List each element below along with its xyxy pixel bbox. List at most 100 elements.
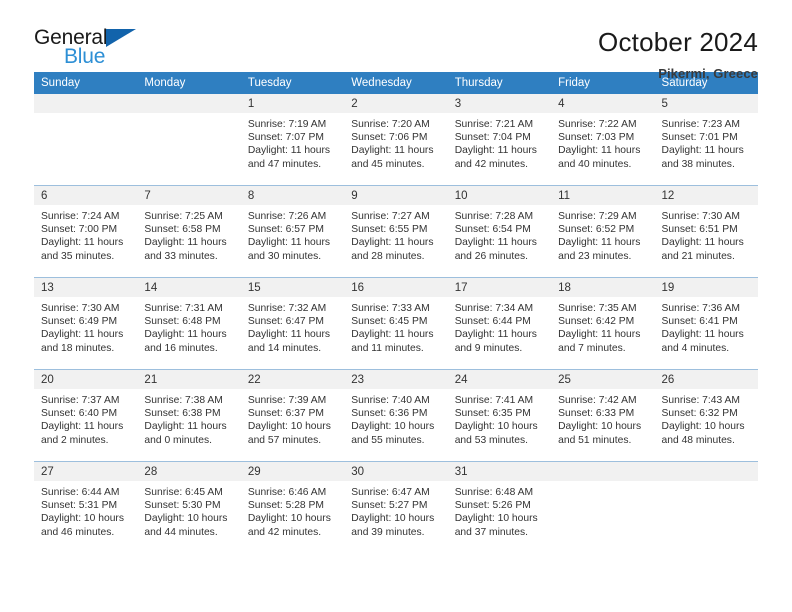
sunset-text: Sunset: 5:31 PM — [41, 500, 118, 512]
calendar-day-cell[interactable]: 14 Sunrise: 7:31 AM Sunset: 6:48 PM Dayligh… — [137, 277, 241, 370]
calendar-day-cell[interactable]: 25 Sunrise: 7:42 AM Sunset: 6:33 PM Dayligh… — [551, 369, 655, 462]
sunrise-text: Sunrise: 7:28 AM — [454, 211, 534, 222]
daylight-text-line2: and 0 minutes. — [144, 434, 212, 446]
day-details: Sunrise: 7:36 AM Sunset: 6:41 PM Daylight:… — [655, 297, 758, 355]
daylight-text-line2: and 14 minutes. — [247, 342, 322, 354]
sunrise-text: Sunrise: 7:39 AM — [247, 395, 327, 406]
sunset-text: Sunset: 6:42 PM — [558, 316, 635, 328]
daylight-text-line2: and 11 minutes. — [351, 342, 424, 354]
sunset-text: Sunset: 6:55 PM — [351, 224, 428, 236]
sunrise-text: Sunrise: 7:40 AM — [351, 395, 430, 406]
sunrise-text: Sunrise: 7:32 AM — [247, 303, 327, 314]
calendar-day-cell[interactable]: 11 Sunrise: 7:29 AM Sunset: 6:52 PM Dayligh… — [551, 185, 655, 278]
sunset-text: Sunset: 6:32 PM — [661, 408, 738, 420]
sunset-text: Sunset: 7:01 PM — [661, 132, 738, 144]
sunset-text: Sunset: 7:07 PM — [247, 132, 324, 144]
calendar-day-cell[interactable]: 17 Sunrise: 7:34 AM Sunset: 6:44 PM Dayligh… — [447, 277, 552, 370]
page-header: General Blue October 2024 Pikermi, Greec… — [34, 0, 758, 81]
day-details: Sunrise: 7:22 AM Sunset: 7:03 PM Daylight:… — [551, 113, 654, 171]
calendar-day-cell[interactable]: 12 Sunrise: 7:30 AM Sunset: 6:51 PM Dayligh… — [654, 185, 758, 278]
calendar-day-cell[interactable]: 24 Sunrise: 7:41 AM Sunset: 6:35 PM Dayligh… — [447, 369, 552, 462]
daylight-text-line1: Daylight: 11 hours — [454, 237, 537, 249]
day-details: Sunrise: 7:23 AM Sunset: 7:01 PM Daylight:… — [655, 113, 758, 171]
sunrise-text: Sunrise: 6:44 AM — [41, 487, 120, 498]
day-number: 2 — [344, 94, 448, 113]
calendar-day-cell[interactable]: 28 Sunrise: 6:45 AM Sunset: 5:30 PM Dayligh… — [137, 461, 241, 553]
day-number — [137, 94, 241, 113]
day-number — [551, 462, 655, 481]
day-details: Sunrise: 6:46 AM Sunset: 5:28 PM Daylight:… — [241, 481, 344, 539]
calendar-day-cell[interactable]: 27 Sunrise: 6:44 AM Sunset: 5:31 PM Dayligh… — [34, 461, 138, 553]
calendar-day-cell[interactable]: 31 Sunrise: 6:48 AM Sunset: 5:26 PM Dayligh… — [447, 461, 552, 553]
sunrise-text: Sunrise: 7:21 AM — [454, 119, 534, 130]
daylight-text-line2: and 38 minutes. — [661, 158, 735, 170]
sunset-text: Sunset: 6:35 PM — [454, 408, 531, 420]
day-number: 28 — [137, 462, 241, 481]
daylight-text-line2: and 42 minutes. — [454, 158, 528, 170]
calendar-day-cell[interactable]: 22 Sunrise: 7:39 AM Sunset: 6:37 PM Dayligh… — [240, 369, 345, 462]
sunrise-text: Sunrise: 7:22 AM — [558, 119, 637, 130]
calendar-week-row: 6 Sunrise: 7:24 AM Sunset: 7:00 PM Daylight… — [34, 185, 758, 278]
daylight-text-line2: and 51 minutes. — [558, 434, 632, 446]
day-number: 27 — [34, 462, 138, 481]
calendar-day-cell[interactable]: 13 Sunrise: 7:30 AM Sunset: 6:49 PM Dayligh… — [34, 277, 138, 370]
day-number: 31 — [447, 462, 552, 481]
calendar-day-cell-empty — [551, 461, 655, 553]
daylight-text-line2: and 42 minutes. — [247, 526, 322, 538]
calendar-day-cell[interactable]: 3 Sunrise: 7:21 AM Sunset: 7:04 PM Daylight… — [447, 94, 552, 186]
day-number: 18 — [551, 278, 655, 297]
weekday-header-thursday: Thursday — [447, 72, 552, 94]
calendar-day-cell[interactable]: 10 Sunrise: 7:28 AM Sunset: 6:54 PM Dayligh… — [447, 185, 552, 278]
calendar-day-cell[interactable]: 16 Sunrise: 7:33 AM Sunset: 6:45 PM Dayligh… — [344, 277, 448, 370]
general-blue-logo[interactable]: General Blue — [34, 26, 174, 72]
sunrise-text: Sunrise: 7:27 AM — [351, 211, 430, 222]
sunset-text: Sunset: 6:40 PM — [41, 408, 118, 420]
daylight-text-line1: Daylight: 10 hours — [661, 421, 745, 433]
calendar-day-cell[interactable]: 6 Sunrise: 7:24 AM Sunset: 7:00 PM Daylight… — [34, 185, 138, 278]
daylight-text-line1: Daylight: 11 hours — [661, 237, 744, 249]
calendar-day-cell[interactable]: 5 Sunrise: 7:23 AM Sunset: 7:01 PM Daylight… — [654, 94, 758, 186]
sunrise-text: Sunrise: 7:34 AM — [454, 303, 534, 314]
daylight-text-line2: and 39 minutes. — [351, 526, 425, 538]
calendar-day-cell[interactable]: 15 Sunrise: 7:32 AM Sunset: 6:47 PM Dayligh… — [240, 277, 345, 370]
calendar-day-cell[interactable]: 2 Sunrise: 7:20 AM Sunset: 7:06 PM Daylight… — [344, 94, 448, 186]
calendar-day-cell[interactable]: 30 Sunrise: 6:47 AM Sunset: 5:27 PM Dayligh… — [344, 461, 448, 553]
brand-name-blue: Blue — [64, 45, 106, 68]
daylight-text-line1: Daylight: 11 hours — [558, 145, 641, 157]
daylight-text-line2: and 57 minutes. — [247, 434, 322, 446]
calendar-day-cell[interactable]: 7 Sunrise: 7:25 AM Sunset: 6:58 PM Daylight… — [137, 185, 241, 278]
sunrise-sunset-calendar-table: Sunday Monday Tuesday Wednesday Thursday… — [34, 72, 758, 553]
calendar-body: 1 Sunrise: 7:19 AM Sunset: 7:07 PM Daylight… — [34, 94, 758, 553]
day-number: 10 — [447, 186, 552, 205]
daylight-text-line1: Daylight: 11 hours — [454, 329, 537, 341]
calendar-day-cell[interactable]: 18 Sunrise: 7:35 AM Sunset: 6:42 PM Dayligh… — [551, 277, 655, 370]
calendar-day-cell[interactable]: 9 Sunrise: 7:27 AM Sunset: 6:55 PM Daylight… — [344, 185, 448, 278]
calendar-day-cell-empty — [34, 94, 138, 186]
daylight-text-line2: and 4 minutes. — [661, 342, 730, 354]
daylight-text-line1: Daylight: 11 hours — [454, 145, 537, 157]
daylight-text-line2: and 55 minutes. — [351, 434, 425, 446]
calendar-day-cell[interactable]: 8 Sunrise: 7:26 AM Sunset: 6:57 PM Daylight… — [240, 185, 345, 278]
calendar-day-cell[interactable]: 1 Sunrise: 7:19 AM Sunset: 7:07 PM Daylight… — [240, 94, 345, 186]
daylight-text-line1: Daylight: 11 hours — [144, 237, 227, 249]
calendar-day-cell[interactable]: 4 Sunrise: 7:22 AM Sunset: 7:03 PM Daylight… — [551, 94, 655, 186]
daylight-text-line2: and 16 minutes. — [144, 342, 218, 354]
sunset-text: Sunset: 5:27 PM — [351, 500, 428, 512]
day-details: Sunrise: 7:29 AM Sunset: 6:52 PM Daylight:… — [551, 205, 654, 263]
sunrise-text: Sunrise: 7:26 AM — [247, 211, 327, 222]
sunset-text: Sunset: 6:49 PM — [41, 316, 118, 328]
calendar-day-cell[interactable]: 19 Sunrise: 7:36 AM Sunset: 6:41 PM Dayligh… — [654, 277, 758, 370]
sunrise-text: Sunrise: 7:38 AM — [144, 395, 223, 406]
sunset-text: Sunset: 6:38 PM — [144, 408, 221, 420]
weekday-header-tuesday: Tuesday — [240, 72, 345, 94]
calendar-day-cell[interactable]: 20 Sunrise: 7:37 AM Sunset: 6:40 PM Dayligh… — [34, 369, 138, 462]
day-details: Sunrise: 7:20 AM Sunset: 7:06 PM Daylight:… — [344, 113, 447, 171]
day-details: Sunrise: 7:30 AM Sunset: 6:49 PM Daylight:… — [34, 297, 137, 355]
sunset-text: Sunset: 5:26 PM — [454, 500, 531, 512]
calendar-day-cell[interactable]: 23 Sunrise: 7:40 AM Sunset: 6:36 PM Dayligh… — [344, 369, 448, 462]
day-number — [34, 94, 138, 113]
calendar-day-cell[interactable]: 26 Sunrise: 7:43 AM Sunset: 6:32 PM Dayligh… — [654, 369, 758, 462]
calendar-day-cell[interactable]: 29 Sunrise: 6:46 AM Sunset: 5:28 PM Dayligh… — [240, 461, 345, 553]
sunrise-text: Sunrise: 7:30 AM — [41, 303, 120, 314]
calendar-day-cell[interactable]: 21 Sunrise: 7:38 AM Sunset: 6:38 PM Dayligh… — [137, 369, 241, 462]
